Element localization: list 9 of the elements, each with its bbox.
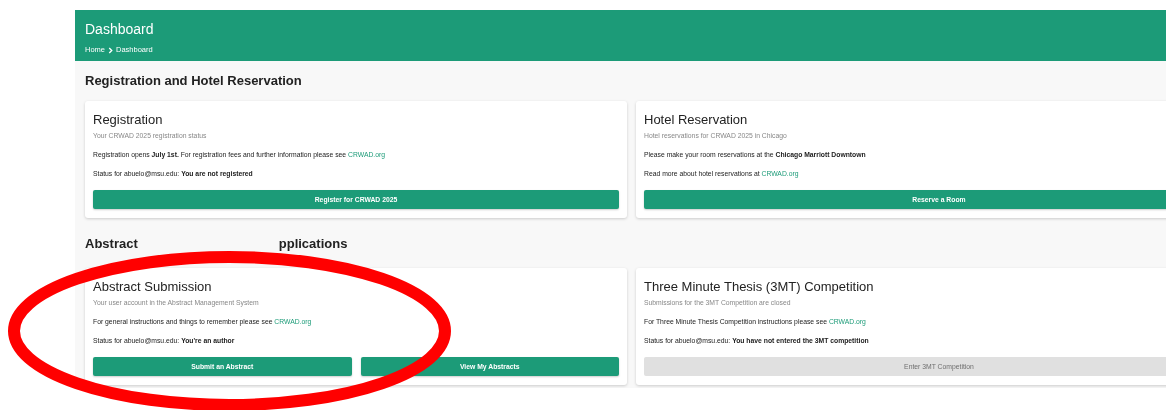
card-title: Hotel Reservation — [644, 112, 749, 128]
section-heading: Abstract — [85, 236, 138, 252]
section-heading: pplications — [278, 236, 348, 252]
card-title: Registration — [93, 112, 164, 128]
card-title: Three Minute Thesis (3MT) Competition — [644, 279, 875, 295]
page-title: Dashboard — [85, 20, 155, 38]
chevron-icon — [108, 46, 113, 54]
section-heading: Registration and Hotel Reservation — [85, 73, 303, 89]
card-title: Abstract Submission — [93, 279, 213, 295]
